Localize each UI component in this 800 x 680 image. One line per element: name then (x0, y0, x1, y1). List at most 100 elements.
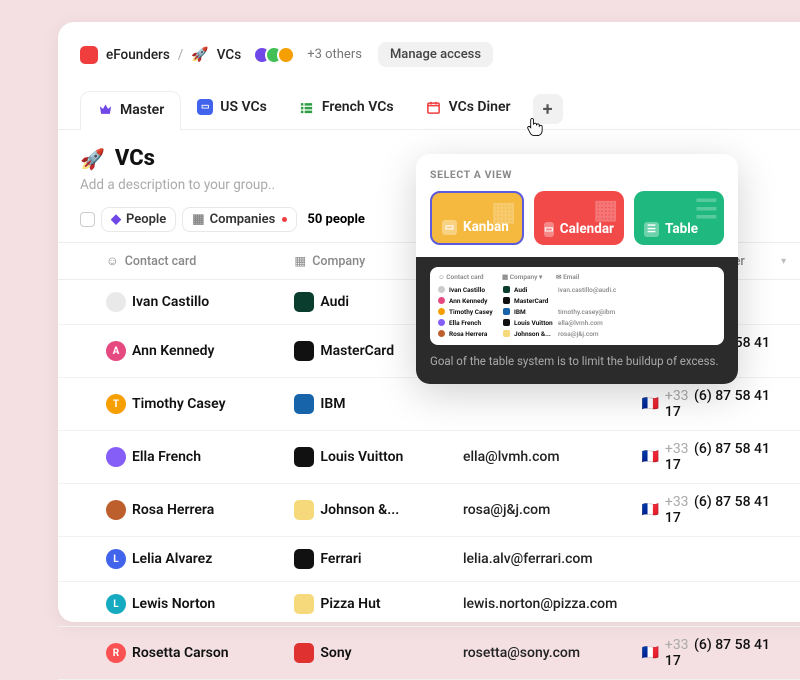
view-option-calendar[interactable]: ▦ ▭ Calendar (534, 191, 624, 245)
column-contact[interactable]: ☺ Contact card (94, 243, 282, 279)
email-value: ella@lvmh.com (463, 449, 560, 465)
board-icon: ▭ (442, 220, 457, 235)
flag-icon: 🇫🇷 (641, 502, 658, 518)
avatar: L (106, 549, 126, 569)
table-row[interactable]: Rosa HerreraJohnson &...rosa@j&j.com🇫🇷+3… (58, 484, 800, 537)
tab-master[interactable]: Master (80, 91, 181, 130)
board-icon: ▭ (197, 99, 213, 115)
company-icon (294, 500, 314, 520)
contact-name: Rosetta Carson (132, 645, 229, 661)
table-preview: ☺ Contact card ▦ Company ▾ ✉ Email Ivan … (430, 267, 724, 345)
building-icon: ▦ (294, 253, 306, 269)
rocket-icon: 🚀 (191, 47, 208, 63)
tooltip-text: Goal of the table system is to limit the… (430, 353, 724, 370)
list-icon: ☰ (644, 222, 659, 237)
table-row[interactable]: Ella FrenchLouis Vuittonella@lvmh.com🇫🇷+… (58, 431, 800, 484)
workspace-link[interactable]: eFounders (106, 47, 170, 63)
select-all-checkbox[interactable] (80, 212, 95, 227)
chevron-down-icon: ▾ (781, 256, 786, 267)
member-avatars[interactable] (253, 46, 295, 64)
tab-label: Master (120, 102, 164, 118)
contact-name: Timothy Casey (132, 396, 226, 412)
workspace-icon (80, 46, 98, 64)
manage-access-button[interactable]: Manage access (378, 42, 493, 67)
board-icon: ▦ (491, 197, 516, 227)
email-value: lewis.norton@pizza.com (463, 596, 617, 612)
avatar: R (106, 643, 126, 663)
view-label: Table (665, 221, 698, 237)
company-name: MasterCard (320, 343, 394, 359)
flag-icon: 🇫🇷 (641, 645, 658, 661)
indicator-dot (282, 217, 287, 222)
row-count: 50 people (307, 212, 365, 227)
tab-french-vcs[interactable]: French VCs (283, 89, 410, 129)
company-name: Ferrari (320, 551, 361, 567)
contact-name: Ella French (132, 449, 201, 465)
view-tabs: Master ▭ US VCs French VCs VCs Diner + (58, 89, 800, 130)
table-row[interactable]: TTimothy CaseyIBM🇫🇷+33 (6) 87 58 41 17🚀 (58, 378, 800, 431)
list-icon (299, 99, 315, 115)
table-row[interactable]: L Lewis Norton Pizza Hut lewis.norton@pizza… (58, 582, 800, 627)
contact-name: Lelia Alvarez (132, 551, 212, 567)
tab-us-vcs[interactable]: ▭ US VCs (181, 89, 283, 129)
company-name: Johnson &... (320, 502, 399, 518)
company-icon (294, 394, 314, 414)
others-count[interactable]: +3 others (307, 47, 362, 62)
company-icon (294, 447, 314, 467)
filter-people[interactable]: ◆ People (101, 207, 176, 232)
tab-vcs-diner[interactable]: VCs Diner (410, 89, 527, 129)
company-icon (294, 643, 314, 663)
company-name: Louis Vuitton (320, 449, 403, 465)
view-option-table[interactable]: ☰ ☰ Table (634, 191, 724, 245)
avatar (277, 46, 295, 64)
company-icon (294, 341, 314, 361)
company-name: Pizza Hut (320, 596, 380, 612)
email-value: rosa@j&j.com (463, 502, 550, 518)
avatar (106, 447, 126, 467)
calendar-icon: ▦ (593, 195, 618, 225)
filter-companies[interactable]: ▦ Companies (182, 207, 297, 232)
flag-icon: 🇫🇷 (641, 449, 658, 465)
calendar-icon (426, 99, 442, 115)
contact-name: Ivan Castillo (132, 294, 209, 310)
tab-label: French VCs (322, 99, 394, 115)
company-icon (294, 292, 314, 312)
contact-name: Lewis Norton (132, 596, 215, 612)
rocket-icon: 🚀 (80, 147, 105, 171)
tab-label: US VCs (220, 99, 267, 115)
avatar (106, 500, 126, 520)
table-row[interactable]: L Lelia Alvarez Ferrari lelia.alv@ferrari.c… (58, 537, 800, 582)
contact-name: Rosa Herrera (132, 502, 214, 518)
contact-name: Ann Kennedy (132, 343, 215, 359)
crown-icon (97, 102, 113, 118)
calendar-icon: ▭ (544, 222, 554, 237)
company-icon (294, 594, 314, 614)
list-icon: ☰ (695, 195, 718, 225)
popover-title: SELECT A VIEW (430, 168, 724, 181)
group-link[interactable]: VCs (217, 47, 241, 63)
email-value: rosetta@sony.com (463, 645, 580, 661)
add-view-button[interactable]: + (533, 94, 563, 124)
breadcrumb-sep: / (178, 47, 184, 63)
avatar: A (106, 341, 126, 361)
avatar: L (106, 594, 126, 614)
table-row[interactable]: RRosetta CarsonSonyrosetta@sony.com🇫🇷+33… (58, 627, 800, 680)
view-tooltip: ☺ Contact card ▦ Company ▾ ✉ Email Ivan … (416, 257, 738, 384)
building-icon: ▦ (192, 212, 204, 227)
view-option-kanban[interactable]: ▦ ▭ Kanban (430, 191, 524, 245)
company-name: Sony (320, 645, 351, 661)
email-value: lelia.alv@ferrari.com (463, 551, 593, 567)
flag-icon: 🇫🇷 (641, 396, 658, 412)
avatar: T (106, 394, 126, 414)
breadcrumb: eFounders / 🚀 VCs +3 others Manage acces… (58, 42, 800, 67)
chip-label: People (126, 212, 166, 227)
avatar (106, 292, 126, 312)
company-icon (294, 549, 314, 569)
person-icon: ◆ (111, 212, 121, 227)
person-icon: ☺ (106, 254, 119, 269)
tab-label: VCs Diner (449, 99, 511, 115)
group-title[interactable]: VCs (115, 146, 155, 171)
view-selector-popover: SELECT A VIEW ▦ ▭ Kanban ▦ ▭ Calendar ☰ … (416, 154, 738, 384)
company-name: Audi (320, 294, 349, 310)
app-window: eFounders / 🚀 VCs +3 others Manage acces… (58, 22, 800, 622)
